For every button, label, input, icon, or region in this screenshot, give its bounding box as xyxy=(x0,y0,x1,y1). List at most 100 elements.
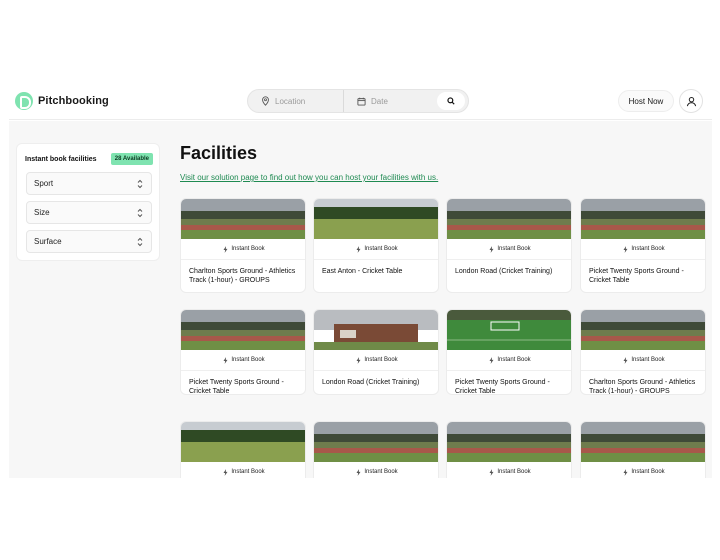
facility-title: East Anton - Cricket Table xyxy=(322,268,403,275)
host-now-button[interactable]: Host Now xyxy=(618,90,674,112)
facility-title: Charlton Sports Ground - Athletics Track… xyxy=(189,268,296,284)
sidebar-title: Instant book facilities xyxy=(25,155,97,163)
facility-image xyxy=(314,199,438,239)
date-segment[interactable] xyxy=(344,90,439,112)
instant-book-tag: Instant Book xyxy=(314,239,438,260)
facility-title: Charlton Sports Ground - Athletics Track… xyxy=(589,379,696,395)
instant-book-label: Instant Book xyxy=(497,469,531,475)
sport-filter-select[interactable]: Sport xyxy=(26,172,152,195)
chevron-up-down-icon xyxy=(137,208,143,217)
lightning-icon xyxy=(623,245,628,253)
search-button[interactable] xyxy=(437,92,465,110)
instant-book-tag: Instant Book xyxy=(581,350,705,371)
available-count-badge: 28 Available xyxy=(110,153,153,165)
facility-image xyxy=(447,199,571,239)
lightning-icon xyxy=(489,245,494,253)
instant-book-label: Instant Book xyxy=(231,469,265,475)
instant-book-label: Instant Book xyxy=(631,246,665,252)
facility-image xyxy=(181,422,305,462)
app-window: Pitchbooking Host Now Instant book facil… xyxy=(9,84,712,478)
lightning-icon xyxy=(223,468,228,476)
facility-image xyxy=(314,310,438,350)
size-filter-label: Size xyxy=(34,208,50,217)
chevron-up-down-icon xyxy=(137,237,143,246)
brand-logo[interactable]: Pitchbooking xyxy=(15,92,109,110)
facility-title: London Road (Cricket Training) xyxy=(322,379,420,386)
date-input[interactable] xyxy=(371,96,431,106)
instant-book-label: Instant Book xyxy=(364,469,398,475)
facility-card[interactable]: Instant Book xyxy=(580,421,706,478)
facility-card[interactable]: Instant Book Charlton Sports Ground - Ath… xyxy=(180,198,306,293)
facility-card[interactable]: Instant Book Picket Twenty Sports Ground … xyxy=(180,309,306,395)
lightning-icon xyxy=(223,356,228,364)
facility-image xyxy=(181,310,305,350)
search-icon xyxy=(447,97,455,105)
instant-book-tag: Instant Book xyxy=(447,350,571,371)
instant-book-label: Instant Book xyxy=(364,246,398,252)
facility-image xyxy=(314,422,438,462)
instant-book-label: Instant Book xyxy=(231,246,265,252)
facility-image xyxy=(581,310,705,350)
facility-image xyxy=(447,422,571,462)
lightning-icon xyxy=(489,356,494,364)
lightning-icon xyxy=(623,468,628,476)
filter-sidebar: Instant book facilities 28 Available Spo… xyxy=(16,143,160,261)
instant-book-tag: Instant Book xyxy=(447,462,571,478)
facility-title: Picket Twenty Sports Ground - Cricket Ta… xyxy=(589,268,684,284)
instant-book-tag: Instant Book xyxy=(181,239,305,260)
page-title: Facilities xyxy=(180,143,258,163)
pitchbooking-logo-icon xyxy=(15,92,33,110)
facility-image xyxy=(181,199,305,239)
facility-card[interactable]: Instant Book East Anton - Cricket Table xyxy=(313,198,439,293)
user-account-button[interactable] xyxy=(679,89,703,113)
facility-card[interactable]: Instant Book Picket Twenty Sports Ground … xyxy=(580,198,706,293)
lightning-icon xyxy=(356,245,361,253)
facility-card[interactable]: Instant Book London Road (Cricket Trainin… xyxy=(446,198,572,293)
lightning-icon xyxy=(356,468,361,476)
sidebar-header: Instant book facilities 28 Available xyxy=(25,153,153,165)
location-segment[interactable] xyxy=(248,90,344,112)
facility-card[interactable]: Instant Book London Road (Cricket Trainin… xyxy=(313,309,439,395)
instant-book-label: Instant Book xyxy=(497,357,531,363)
facility-card[interactable]: Instant Book Picket Twenty Sports Ground … xyxy=(446,309,572,395)
instant-book-label: Instant Book xyxy=(364,357,398,363)
top-nav: Pitchbooking Host Now xyxy=(9,84,712,120)
instant-book-label: Instant Book xyxy=(631,469,665,475)
instant-book-tag: Instant Book xyxy=(181,462,305,478)
instant-book-tag: Instant Book xyxy=(181,350,305,371)
facility-card[interactable]: Instant Book Charlton Sports Ground - Ath… xyxy=(580,309,706,395)
facility-card[interactable]: Instant Book xyxy=(446,421,572,478)
instant-book-label: Instant Book xyxy=(497,246,531,252)
page-content: Instant book facilities 28 Available Spo… xyxy=(9,121,712,478)
surface-filter-select[interactable]: Surface xyxy=(26,230,152,253)
user-icon xyxy=(686,96,696,106)
brand-name: Pitchbooking xyxy=(38,95,109,107)
facility-image xyxy=(447,310,571,350)
surface-filter-label: Surface xyxy=(34,237,62,246)
size-filter-select[interactable]: Size xyxy=(26,201,152,224)
facility-card[interactable]: Instant Book xyxy=(180,421,306,478)
facility-title: Picket Twenty Sports Ground - Cricket Ta… xyxy=(455,379,550,395)
sport-filter-label: Sport xyxy=(34,179,54,188)
search-bar xyxy=(247,89,469,113)
chevron-up-down-icon xyxy=(137,179,143,188)
instant-book-tag: Instant Book xyxy=(581,462,705,478)
lightning-icon xyxy=(623,356,628,364)
instant-book-label: Instant Book xyxy=(231,357,265,363)
facility-card[interactable]: Instant Book xyxy=(313,421,439,478)
facility-title: Picket Twenty Sports Ground - Cricket Ta… xyxy=(189,379,284,395)
instant-book-tag: Instant Book xyxy=(581,239,705,260)
instant-book-tag: Instant Book xyxy=(447,239,571,260)
lightning-icon xyxy=(489,468,494,476)
instant-book-tag: Instant Book xyxy=(314,350,438,371)
facility-image xyxy=(581,199,705,239)
location-input[interactable] xyxy=(275,96,335,106)
facility-title: London Road (Cricket Training) xyxy=(455,268,553,275)
solution-page-link[interactable]: Visit our solution page to find out how … xyxy=(180,173,438,182)
location-pin-icon xyxy=(262,96,269,106)
instant-book-tag: Instant Book xyxy=(314,462,438,478)
instant-book-label: Instant Book xyxy=(631,357,665,363)
lightning-icon xyxy=(356,356,361,364)
calendar-icon xyxy=(357,97,366,106)
lightning-icon xyxy=(223,245,228,253)
